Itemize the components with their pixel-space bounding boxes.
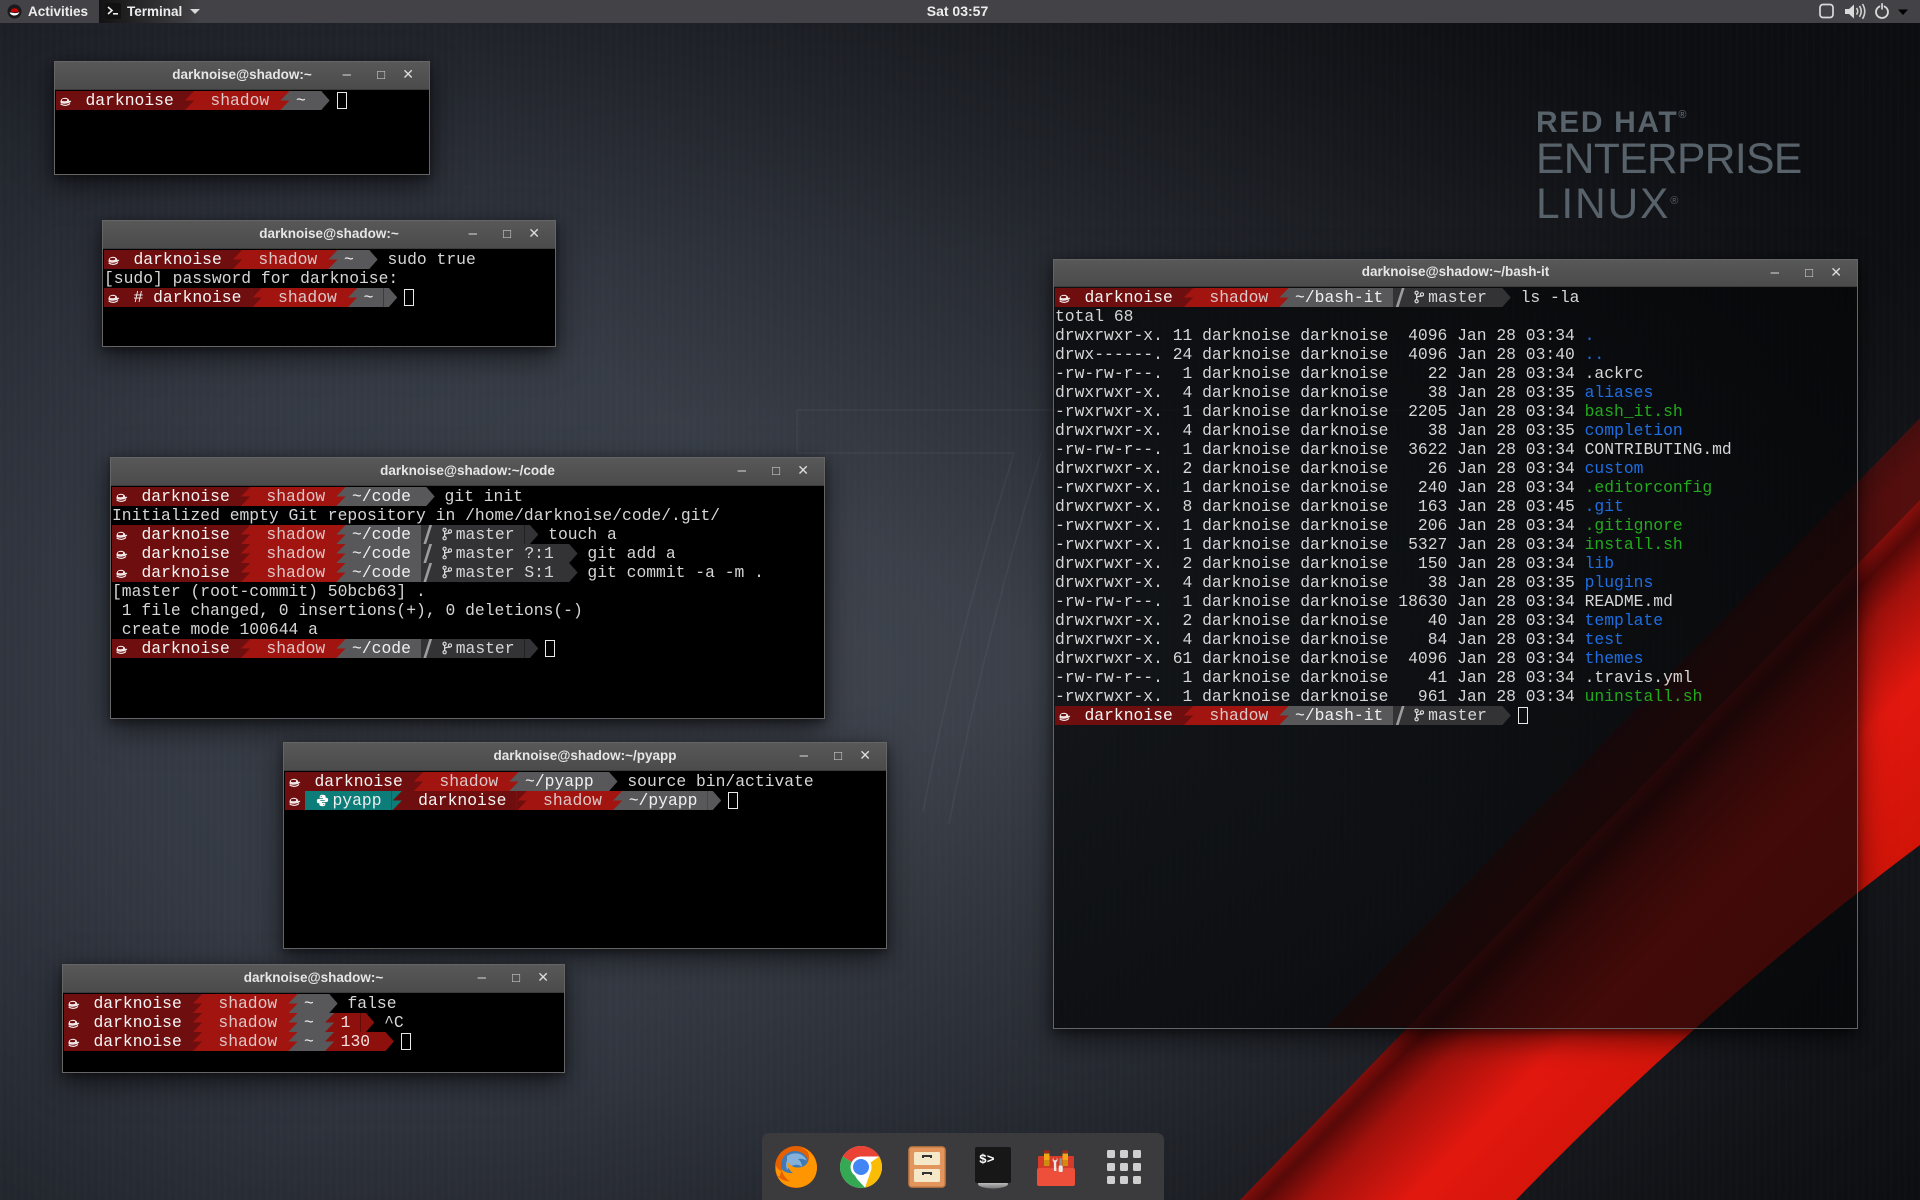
svg-text:$>: $> [979,1152,995,1167]
